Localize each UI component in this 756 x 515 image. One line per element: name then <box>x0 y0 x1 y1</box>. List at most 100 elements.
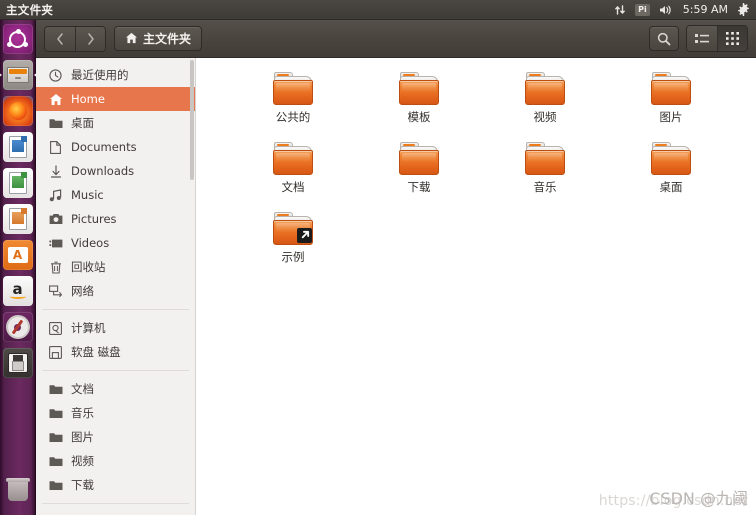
search-button[interactable] <box>649 26 679 51</box>
sidebar-item-computer[interactable]: 计算机 <box>36 316 195 340</box>
folder-icon <box>48 478 63 493</box>
launcher-item-libreoffice-calc[interactable] <box>2 167 34 199</box>
sidebar-item-pictures[interactable]: Pictures <box>36 207 195 231</box>
launcher-item-amazon[interactable]: a <box>2 275 34 307</box>
file-row: 文档 下载 音乐 桌面 <box>230 142 746 212</box>
file-manager-toolbar: 主文件夹 <box>36 20 756 58</box>
sidebar-scrollbar[interactable] <box>190 60 194 180</box>
file-item-label: 视频 <box>533 110 557 124</box>
file-item-label: 音乐 <box>533 180 557 194</box>
launcher-item-libreoffice-impress[interactable] <box>2 203 34 235</box>
file-item-label: 图片 <box>659 110 683 124</box>
launcher-item-files[interactable] <box>0 59 38 91</box>
folder-icon <box>48 406 63 421</box>
sidebar-item-network[interactable]: 网络 <box>36 279 195 303</box>
file-item-label: 模板 <box>407 110 431 124</box>
download-icon <box>48 164 63 179</box>
libreoffice-calc-icon <box>2 168 33 198</box>
sidebar-item-bookmark-music[interactable]: 音乐 <box>36 401 195 425</box>
music-note-icon <box>48 188 63 203</box>
file-item-label: 下载 <box>407 180 431 194</box>
breadcrumb[interactable]: 主文件夹 <box>114 26 203 51</box>
folder-icon <box>525 72 565 105</box>
top-panel-indicators: Pi 5:59 AM <box>614 3 756 16</box>
sidebar-item-recent[interactable]: 最近使用的 <box>36 63 195 87</box>
sidebar-item-label: 图片 <box>71 430 94 444</box>
sidebar-item-label: 计算机 <box>71 321 106 335</box>
sidebar-item-label: Pictures <box>71 212 117 226</box>
sidebar-item-desktop[interactable]: 桌面 <box>36 111 195 135</box>
places-sidebar: 最近使用的 Home 桌面 Documents Downloads Music … <box>36 58 196 515</box>
window-body: 最近使用的 Home 桌面 Documents Downloads Music … <box>36 58 756 515</box>
file-item-label: 示例 <box>281 250 305 264</box>
file-icon-view[interactable]: 公共的 模板 视频 图片 文档 下载 音乐 桌面 示例 https://blog… <box>196 58 756 515</box>
folder-icon <box>399 72 439 105</box>
launcher-item-ubuntu-software[interactable]: A <box>2 239 34 271</box>
sidebar-item-bookmark-videos[interactable]: 视频 <box>36 449 195 473</box>
gear-icon[interactable] <box>737 3 750 16</box>
sidebar-item-connect-to-server[interactable]: 连接到服务器 <box>36 510 195 515</box>
sidebar-separator <box>42 309 189 310</box>
sidebar-item-label: 回收站 <box>71 260 106 274</box>
sidebar-item-documents[interactable]: Documents <box>36 135 195 159</box>
toolbar-right-controls <box>649 25 748 52</box>
home-icon <box>125 29 138 48</box>
back-button[interactable] <box>45 26 75 51</box>
breadcrumb-label: 主文件夹 <box>143 32 192 46</box>
folder-icon <box>48 430 63 445</box>
launcher-item-dash-home[interactable] <box>2 23 34 55</box>
launcher-item-disk-image[interactable] <box>2 347 34 379</box>
sidebar-item-label: 文档 <box>71 382 94 396</box>
sidebar-item-label: Home <box>71 92 105 106</box>
film-icon <box>48 236 63 251</box>
sidebar-item-label: 音乐 <box>71 406 94 420</box>
grid-view-button[interactable] <box>717 26 747 51</box>
trash-icon <box>48 260 63 275</box>
file-item-gonggongde[interactable]: 公共的 <box>230 72 356 125</box>
view-mode-group <box>686 25 748 52</box>
sidebar-item-music[interactable]: Music <box>36 183 195 207</box>
forward-button[interactable] <box>75 26 105 51</box>
launcher-item-libreoffice-writer[interactable] <box>2 131 34 163</box>
keyboard-layout-indicator[interactable]: Pi <box>635 3 650 16</box>
sidebar-item-videos[interactable]: Videos <box>36 231 195 255</box>
file-item-shili[interactable]: 示例 <box>230 212 356 265</box>
launcher-item-trash[interactable] <box>2 475 34 507</box>
network-transfer-icon[interactable] <box>614 4 626 16</box>
volume-icon[interactable] <box>659 4 674 16</box>
folder-icon <box>525 142 565 175</box>
sidebar-item-label: 下载 <box>71 478 94 492</box>
folder-icon <box>651 142 691 175</box>
floppy-icon <box>48 345 63 360</box>
system-settings-icon <box>2 312 33 342</box>
sidebar-item-bookmark-pictures[interactable]: 图片 <box>36 425 195 449</box>
file-item-yinyue[interactable]: 音乐 <box>482 142 608 195</box>
sidebar-item-label: Documents <box>71 140 137 154</box>
list-view-button[interactable] <box>687 26 717 51</box>
clock[interactable]: 5:59 AM <box>683 3 728 16</box>
sidebar-item-downloads[interactable]: Downloads <box>36 159 195 183</box>
sidebar-item-bookmark-downloads[interactable]: 下载 <box>36 473 195 497</box>
sidebar-item-label: 软盘 磁盘 <box>71 345 121 359</box>
sidebar-item-label: Videos <box>71 236 110 250</box>
ubuntu-logo-icon <box>2 24 33 54</box>
folder-icon <box>399 142 439 175</box>
top-panel: 主文件夹 Pi 5:59 AM <box>0 0 756 20</box>
folder-icon <box>273 142 313 175</box>
launcher-item-system-settings[interactable] <box>2 311 34 343</box>
file-item-tupian[interactable]: 图片 <box>608 72 734 125</box>
sidebar-item-floppy-disk[interactable]: 软盘 磁盘 <box>36 340 195 364</box>
sidebar-item-bookmark-documents[interactable]: 文档 <box>36 377 195 401</box>
file-item-zhuomian[interactable]: 桌面 <box>608 142 734 195</box>
watermark-url: https://blog.csdn.net <box>598 493 748 509</box>
file-item-wendang[interactable]: 文档 <box>230 142 356 195</box>
file-item-muban[interactable]: 模板 <box>356 72 482 125</box>
sidebar-item-home[interactable]: Home <box>36 87 195 111</box>
file-item-shipin[interactable]: 视频 <box>482 72 608 125</box>
folder-icon <box>48 454 63 469</box>
sidebar-item-trash[interactable]: 回收站 <box>36 255 195 279</box>
launcher-item-firefox[interactable] <box>2 95 34 127</box>
file-item-xiazai[interactable]: 下载 <box>356 142 482 195</box>
navigation-buttons <box>44 25 106 52</box>
file-item-label: 文档 <box>281 180 305 194</box>
